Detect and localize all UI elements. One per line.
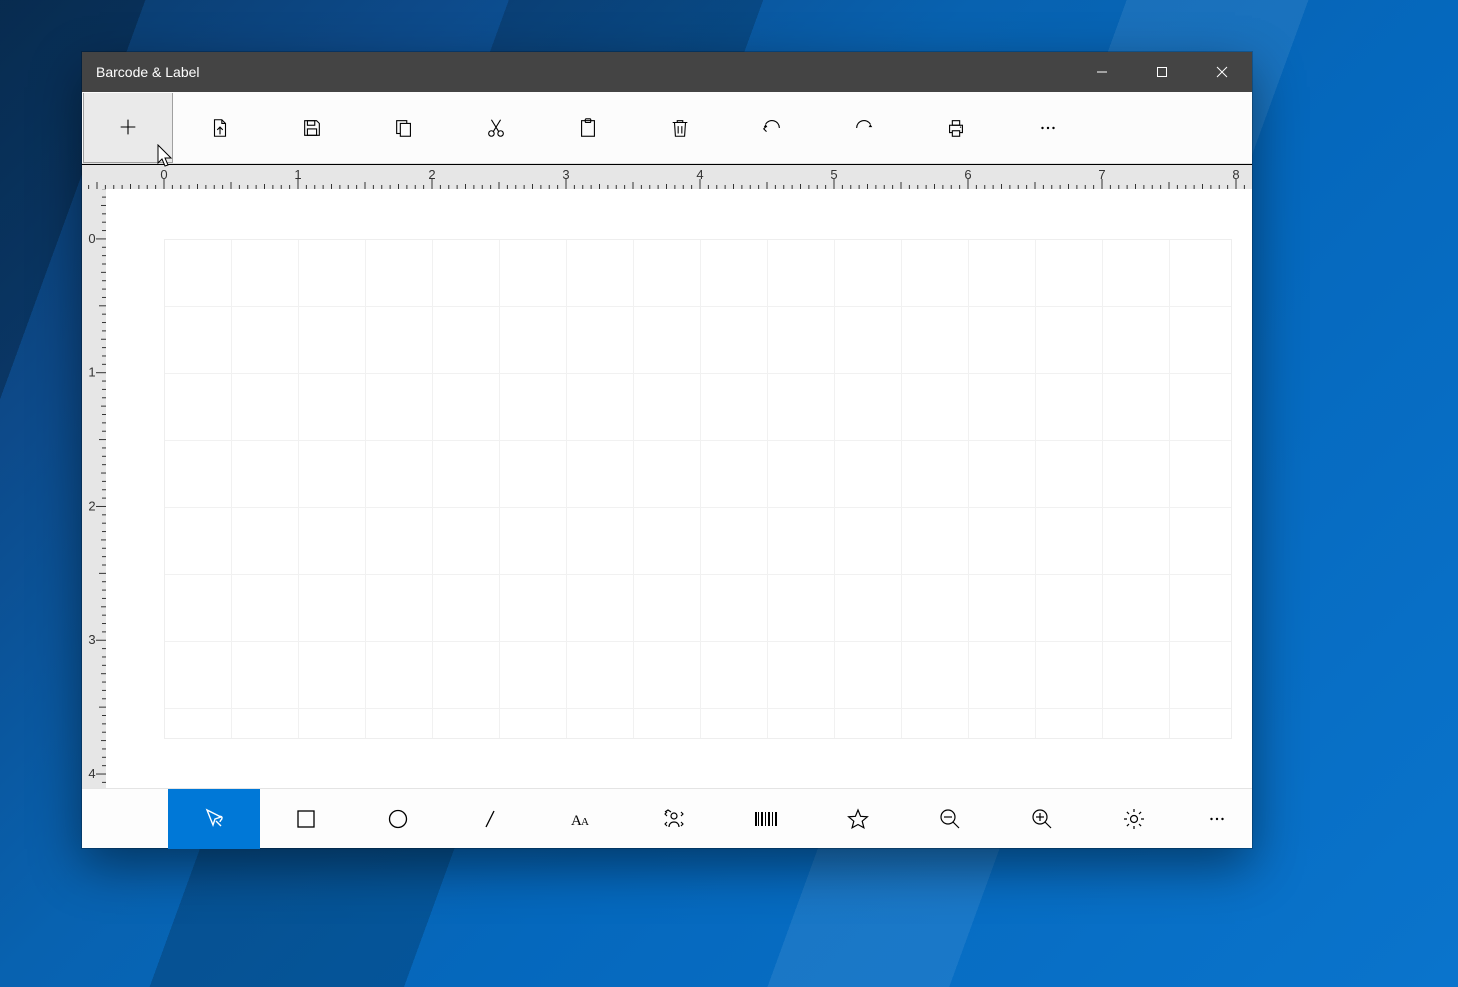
line-icon bbox=[478, 807, 502, 831]
app-window: Barcode & Label bbox=[82, 52, 1252, 848]
copy-icon bbox=[393, 117, 415, 139]
cut-icon bbox=[485, 117, 507, 139]
zoom-out-icon bbox=[938, 807, 962, 831]
vruler-label: 3 bbox=[88, 632, 95, 647]
open-document-icon bbox=[209, 117, 231, 139]
cursor-icon bbox=[202, 807, 226, 831]
line-tool-button[interactable] bbox=[444, 789, 536, 849]
app-title: Barcode & Label bbox=[96, 64, 200, 80]
horizontal-ruler: 012345678 bbox=[82, 165, 1252, 189]
undo-button[interactable] bbox=[726, 92, 818, 164]
maximize-icon bbox=[1156, 66, 1168, 78]
vruler-label: 2 bbox=[88, 498, 95, 513]
image-icon bbox=[662, 807, 686, 831]
more-icon bbox=[1037, 117, 1059, 139]
print-button[interactable] bbox=[910, 92, 1002, 164]
minimize-button[interactable] bbox=[1072, 52, 1132, 92]
more-button[interactable] bbox=[1002, 92, 1094, 164]
open-button[interactable] bbox=[174, 92, 266, 164]
save-icon bbox=[301, 117, 323, 139]
new-button[interactable] bbox=[83, 93, 173, 163]
print-icon bbox=[945, 117, 967, 139]
vruler-label: 4 bbox=[88, 766, 95, 781]
maximize-button[interactable] bbox=[1132, 52, 1192, 92]
image-tool-button[interactable] bbox=[628, 789, 720, 849]
label-canvas[interactable] bbox=[164, 239, 1232, 739]
copy-button[interactable] bbox=[358, 92, 450, 164]
paste-button[interactable] bbox=[542, 92, 634, 164]
cut-button[interactable] bbox=[450, 92, 542, 164]
undo-icon bbox=[761, 117, 783, 139]
vruler-label: 1 bbox=[88, 365, 95, 380]
ellipse-icon bbox=[386, 807, 410, 831]
barcode-icon bbox=[753, 807, 779, 831]
plus-icon bbox=[117, 116, 139, 138]
redo-icon bbox=[853, 117, 875, 139]
select-tool-button[interactable] bbox=[168, 789, 260, 849]
minimize-icon bbox=[1096, 66, 1108, 78]
save-button[interactable] bbox=[266, 92, 358, 164]
ellipse-tool-button[interactable] bbox=[352, 789, 444, 849]
toolbar-bottom: AA bbox=[82, 788, 1252, 848]
titlebar[interactable]: Barcode & Label bbox=[82, 52, 1252, 92]
star-icon bbox=[846, 807, 870, 831]
vertical-ruler: 0 1 2 3 4 bbox=[82, 189, 106, 788]
barcode-tool-button[interactable] bbox=[720, 789, 812, 849]
paste-icon bbox=[577, 117, 599, 139]
svg-text:A: A bbox=[581, 816, 589, 828]
more-bottom-button[interactable] bbox=[1182, 789, 1252, 849]
rectangle-tool-button[interactable] bbox=[260, 789, 352, 849]
zoom-out-button[interactable] bbox=[904, 789, 996, 849]
toolbar-top bbox=[82, 92, 1252, 164]
text-icon: AA bbox=[569, 807, 595, 831]
settings-button[interactable] bbox=[1088, 789, 1180, 849]
trash-icon bbox=[669, 117, 691, 139]
redo-button[interactable] bbox=[818, 92, 910, 164]
star-tool-button[interactable] bbox=[812, 789, 904, 849]
vruler-label: 0 bbox=[88, 231, 95, 246]
close-icon bbox=[1216, 66, 1228, 78]
zoom-in-icon bbox=[1030, 807, 1054, 831]
canvas-scrollport[interactable] bbox=[106, 189, 1252, 788]
zoom-in-button[interactable] bbox=[996, 789, 1088, 849]
delete-button[interactable] bbox=[634, 92, 726, 164]
text-tool-button[interactable]: AA bbox=[536, 789, 628, 849]
content-area: 012345678 0 1 2 3 4 bbox=[82, 164, 1252, 788]
rectangle-icon bbox=[294, 807, 318, 831]
gear-icon bbox=[1122, 807, 1146, 831]
more-icon bbox=[1206, 808, 1228, 830]
close-button[interactable] bbox=[1192, 52, 1252, 92]
desktop-background: Barcode & Label bbox=[0, 0, 1458, 987]
